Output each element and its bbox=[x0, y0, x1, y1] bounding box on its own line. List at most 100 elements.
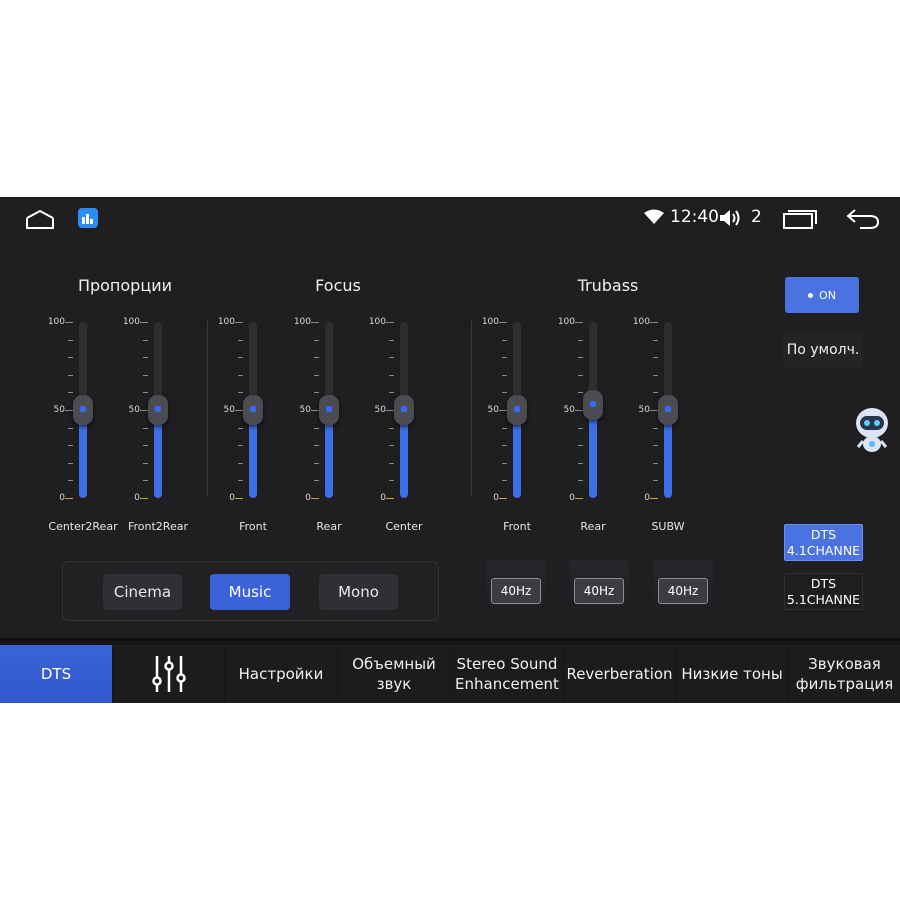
slider-label: Front bbox=[239, 520, 267, 533]
scale-tick bbox=[140, 410, 148, 411]
slider-knob[interactable] bbox=[394, 395, 414, 425]
recents-icon[interactable] bbox=[783, 209, 817, 229]
tab-reverberation[interactable]: Reverberation bbox=[564, 645, 675, 703]
slider-label: Center bbox=[385, 520, 423, 533]
scale-label-max: 100 bbox=[293, 317, 311, 327]
scale-tick bbox=[653, 462, 658, 464]
trubass-front-freq-button[interactable]: 40Hz bbox=[486, 560, 546, 622]
scale-tick bbox=[578, 357, 583, 359]
scale-tick bbox=[314, 462, 319, 464]
dts-5-1-channel-button[interactable]: DTS 5.1CHANNE bbox=[784, 573, 863, 610]
slider-track[interactable] bbox=[658, 322, 678, 498]
slider-focus-rear: 100 50 0 Rear bbox=[283, 314, 353, 534]
slider-track[interactable] bbox=[243, 322, 263, 498]
tab-stereo-enhancement[interactable]: Stereo Sound Enhancement bbox=[451, 645, 563, 703]
slider-track[interactable] bbox=[394, 322, 414, 498]
mode-music-button[interactable]: Music bbox=[210, 574, 290, 610]
tab-settings[interactable]: Настройки bbox=[225, 645, 337, 703]
scale-tick bbox=[311, 322, 319, 323]
scale-tick bbox=[68, 357, 73, 359]
slider-scale: 100 50 0 bbox=[112, 314, 148, 504]
scale-tick bbox=[499, 498, 507, 499]
slider-knob[interactable] bbox=[148, 395, 168, 425]
back-icon[interactable] bbox=[846, 208, 880, 230]
slider-label: Center2Rear bbox=[48, 520, 118, 533]
scale-tick bbox=[575, 322, 583, 323]
scale-tick bbox=[68, 427, 73, 429]
dts51-line2: 5.1CHANNE bbox=[786, 592, 861, 607]
scale-tick bbox=[143, 339, 148, 341]
scale-tick bbox=[238, 392, 243, 394]
dts41-line1: DTS bbox=[810, 527, 837, 542]
scale-tick bbox=[314, 374, 319, 376]
slider-knob[interactable] bbox=[243, 395, 263, 425]
slider-track[interactable] bbox=[148, 322, 168, 498]
slider-knob[interactable] bbox=[73, 395, 93, 425]
scale-tick bbox=[578, 427, 583, 429]
scale-tick bbox=[578, 374, 583, 376]
app-icon[interactable] bbox=[78, 208, 98, 228]
robot-assistant-icon[interactable] bbox=[853, 405, 891, 455]
scale-tick bbox=[238, 357, 243, 359]
mode-cinema-button[interactable]: Cinema bbox=[103, 574, 182, 610]
mode-selector: Cinema Music Mono bbox=[62, 561, 439, 621]
slider-knob[interactable] bbox=[507, 395, 527, 425]
scale-tick bbox=[575, 410, 583, 411]
scale-tick bbox=[389, 339, 394, 341]
scale-tick bbox=[650, 498, 658, 499]
tab-equalizer[interactable] bbox=[113, 645, 224, 703]
slider-track[interactable] bbox=[583, 322, 603, 498]
slider-label: Rear bbox=[316, 520, 342, 533]
scale-tick bbox=[386, 498, 394, 499]
scale-tick bbox=[650, 410, 658, 411]
trubass-rear-freq-button[interactable]: 40Hz bbox=[569, 560, 629, 622]
tab-sound-filter[interactable]: Звуковая фильтрация bbox=[789, 645, 900, 703]
slider-scale: 100 50 0 bbox=[283, 314, 319, 504]
scale-label-max: 100 bbox=[122, 317, 140, 327]
scale-tick bbox=[502, 357, 507, 359]
volume-icon[interactable] bbox=[719, 208, 743, 228]
scale-tick bbox=[235, 410, 243, 411]
dts-on-toggle[interactable]: ON bbox=[785, 277, 859, 313]
slider-scale: 100 50 0 bbox=[37, 314, 73, 504]
slider-knob[interactable] bbox=[319, 395, 339, 425]
mode-mono-button[interactable]: Mono bbox=[319, 574, 398, 610]
clock: 12:40 bbox=[670, 207, 719, 227]
slider-track[interactable] bbox=[319, 322, 339, 498]
trubass-title: Trubass bbox=[577, 276, 639, 295]
scale-tick bbox=[653, 480, 658, 482]
tab-dts[interactable]: DTS bbox=[0, 645, 112, 703]
scale-label-max: 100 bbox=[47, 317, 65, 327]
trubass-subw-freq-button[interactable]: 40Hz bbox=[653, 560, 713, 622]
scale-tick bbox=[238, 462, 243, 464]
scale-tick bbox=[143, 480, 148, 482]
toggle-dot-icon bbox=[808, 292, 814, 298]
slider-track[interactable] bbox=[507, 322, 527, 498]
scale-label-min: 0 bbox=[493, 493, 499, 503]
scale-tick bbox=[65, 410, 73, 411]
scale-tick bbox=[653, 427, 658, 429]
dts-4-1-channel-button[interactable]: DTS 4.1CHANNE bbox=[784, 524, 863, 561]
tab-bass[interactable]: Низкие тоны bbox=[676, 645, 788, 703]
dts51-line1: DTS bbox=[810, 576, 837, 591]
default-button[interactable]: По умолч. bbox=[783, 332, 863, 368]
scale-tick bbox=[389, 462, 394, 464]
scale-tick bbox=[502, 392, 507, 394]
slider-knob[interactable] bbox=[583, 389, 603, 420]
tab-surround[interactable]: Объемный звук bbox=[338, 645, 450, 703]
slider-knob[interactable] bbox=[658, 395, 678, 425]
scale-tick bbox=[314, 357, 319, 359]
slider-track[interactable] bbox=[73, 322, 93, 498]
volume-level: 2 bbox=[751, 207, 762, 227]
scale-tick bbox=[502, 462, 507, 464]
scale-tick bbox=[386, 410, 394, 411]
scale-tick bbox=[314, 427, 319, 429]
slider-center2rear: 100 50 0 Center2Rear bbox=[37, 314, 118, 534]
scale-tick bbox=[140, 498, 148, 499]
scale-tick bbox=[143, 392, 148, 394]
scale-tick bbox=[502, 445, 507, 447]
scale-tick bbox=[143, 427, 148, 429]
slider-trubass-front: 100 50 0 Front bbox=[471, 314, 541, 534]
scale-tick bbox=[502, 480, 507, 482]
home-icon[interactable] bbox=[25, 208, 55, 230]
